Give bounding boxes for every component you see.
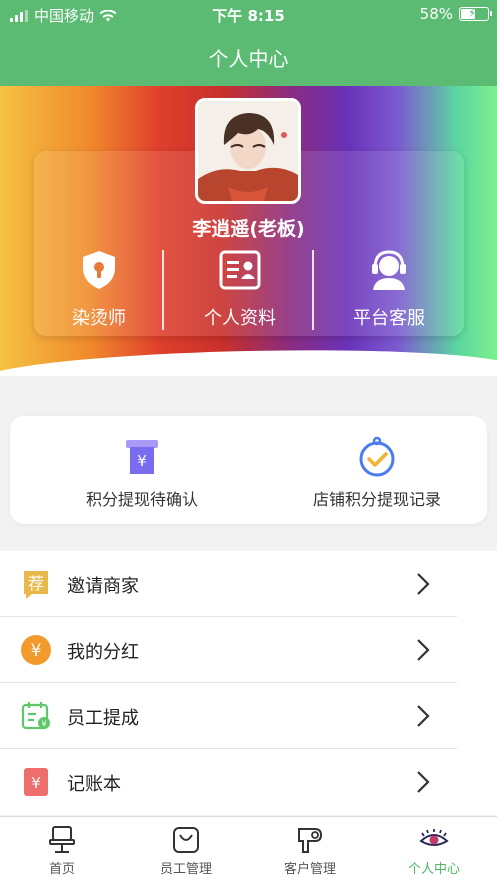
withdraw-card: ¥ 积分提现待确认 店铺积分提现记录 [10,416,487,524]
quick-action-label: 染烫师 [72,308,126,329]
customer-service-icon [367,248,411,292]
quick-action-service[interactable]: 平台客服 [314,248,464,330]
check-clock-icon [356,436,398,478]
svg-text:¥: ¥ [41,720,46,729]
profile-card-icon [218,248,262,292]
chevron-right-icon [417,639,430,661]
eye-lashes-icon [419,825,449,855]
shopping-bag-icon [171,825,201,855]
yen-coin-icon: ¥ [20,634,52,666]
menu-item-label: 记账本 [67,774,121,795]
quick-action-label: 平台客服 [353,308,425,329]
battery-percent: 58% [419,5,453,23]
svg-text:¥: ¥ [137,452,147,470]
tab-home[interactable]: 首页 [0,825,124,877]
menu-item-dividend[interactable]: ¥ 我的分红 [0,617,497,683]
withdraw-pending-button[interactable]: ¥ 积分提现待确认 [62,436,222,510]
status-bar: 中国移动 下午 8:15 58% ⚡ [0,0,497,28]
ledger-icon: ¥ [20,766,52,798]
tab-bar: 首页 员工管理 客户管理 个人中心 [0,816,497,883]
recommend-icon: 荐 [20,568,52,600]
menu-list: 荐 邀请商家 ¥ 我的分红 ¥ 员工提成 ¥ 记账本 [0,551,497,815]
tab-staff[interactable]: 员工管理 [124,825,248,877]
tab-label: 首页 [48,862,75,877]
calendar-coin-icon: ¥ [20,700,52,732]
tab-label: 个人中心 [407,862,460,877]
menu-item-commission[interactable]: ¥ 员工提成 [0,683,497,749]
shield-keyhole-icon [77,248,121,292]
tab-label: 客户管理 [283,862,336,877]
hair-dryer-icon [295,825,325,855]
top-bar: 中国移动 下午 8:15 58% ⚡ 个人中心 [0,0,497,86]
chevron-right-icon [417,573,430,595]
menu-item-label: 我的分红 [67,642,139,663]
chevron-right-icon [417,705,430,727]
withdraw-pending-label: 积分提现待确认 [85,490,198,509]
tab-label: 员工管理 [159,862,212,877]
barber-chair-icon [47,825,77,855]
quick-action-label: 个人资料 [204,308,276,329]
divider [162,250,164,330]
page-title: 个人中心 [208,47,289,71]
ledger-glyph: ¥ [31,774,41,792]
quick-action-role[interactable]: 染烫师 [24,248,174,330]
quick-action-profile[interactable]: 个人资料 [165,248,315,330]
withdraw-records-button[interactable]: 店铺积分提现记录 [290,436,464,510]
battery-icon: ⚡ [459,6,492,21]
menu-item-label: 邀请商家 [67,576,139,597]
avatar[interactable] [195,98,301,204]
user-name: 李逍遥(老板) [192,218,305,240]
menu-item-invite[interactable]: 荐 邀请商家 [0,551,497,617]
tab-profile[interactable]: 个人中心 [372,825,496,877]
chevron-right-icon [417,771,430,793]
menu-item-ledger[interactable]: ¥ 记账本 [0,749,497,815]
yen-box-icon: ¥ [121,436,163,478]
wave-divider [0,345,497,376]
recommend-glyph: 荐 [28,574,44,593]
tab-customers[interactable]: 客户管理 [248,825,372,877]
yen-glyph: ¥ [31,641,42,661]
menu-item-label: 员工提成 [67,708,139,729]
withdraw-records-label: 店铺积分提现记录 [312,490,441,509]
